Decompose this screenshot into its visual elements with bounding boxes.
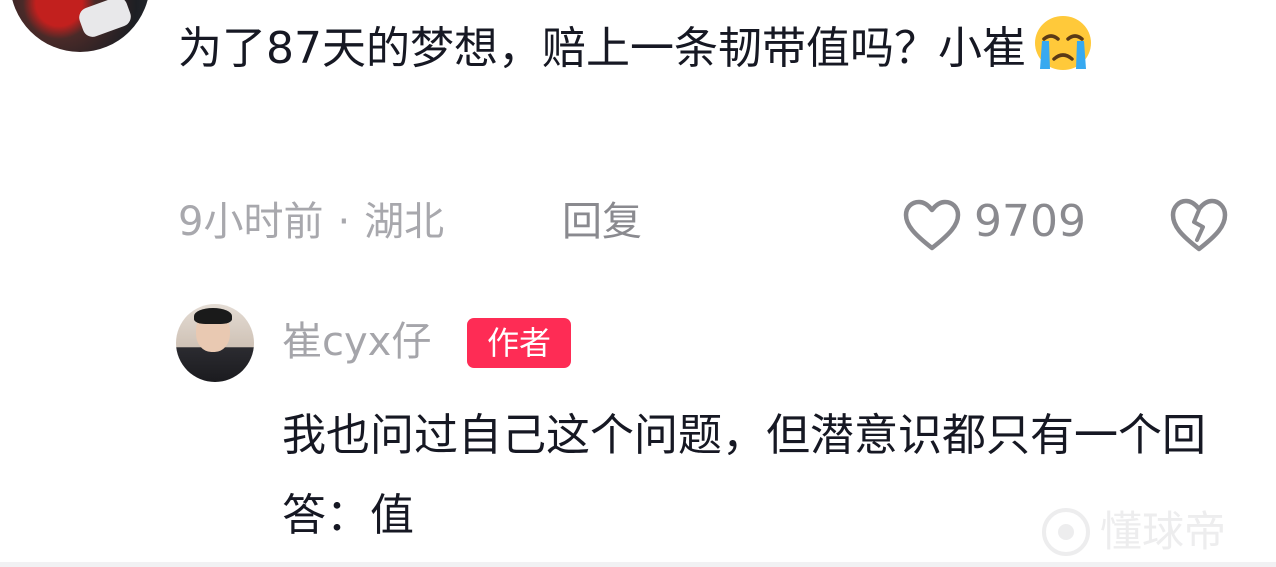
comment-time: 9小时前 [178,199,324,245]
meta-separator: · [337,199,351,245]
author-badge: 作者 [467,318,571,368]
broken-heart-icon[interactable] [1168,196,1230,254]
watermark-text: 懂球帝 [1100,507,1227,556]
author-name[interactable]: 崔cyx仔 [282,314,431,370]
bottom-divider [0,562,1276,567]
comment-text: 为了87天的梦想，赔上一条韧带值吗？小崔 [178,12,1218,86]
author-avatar[interactable] [176,304,254,382]
commenter-avatar[interactable] [10,0,150,52]
crying-face-emoji-icon [1035,16,1091,70]
reply-button[interactable]: 回复 [562,194,642,250]
watermark-logo-icon [1042,508,1090,556]
watermark: 懂球帝 [1040,506,1226,558]
heart-icon[interactable] [902,198,962,252]
like-count: 9709 [974,196,1086,247]
comment-meta: 9小时前 · 湖北 [178,194,444,250]
comment-text-content: 为了87天的梦想，赔上一条韧带值吗？小崔 [178,23,1026,74]
comment-location: 湖北 [364,199,445,245]
